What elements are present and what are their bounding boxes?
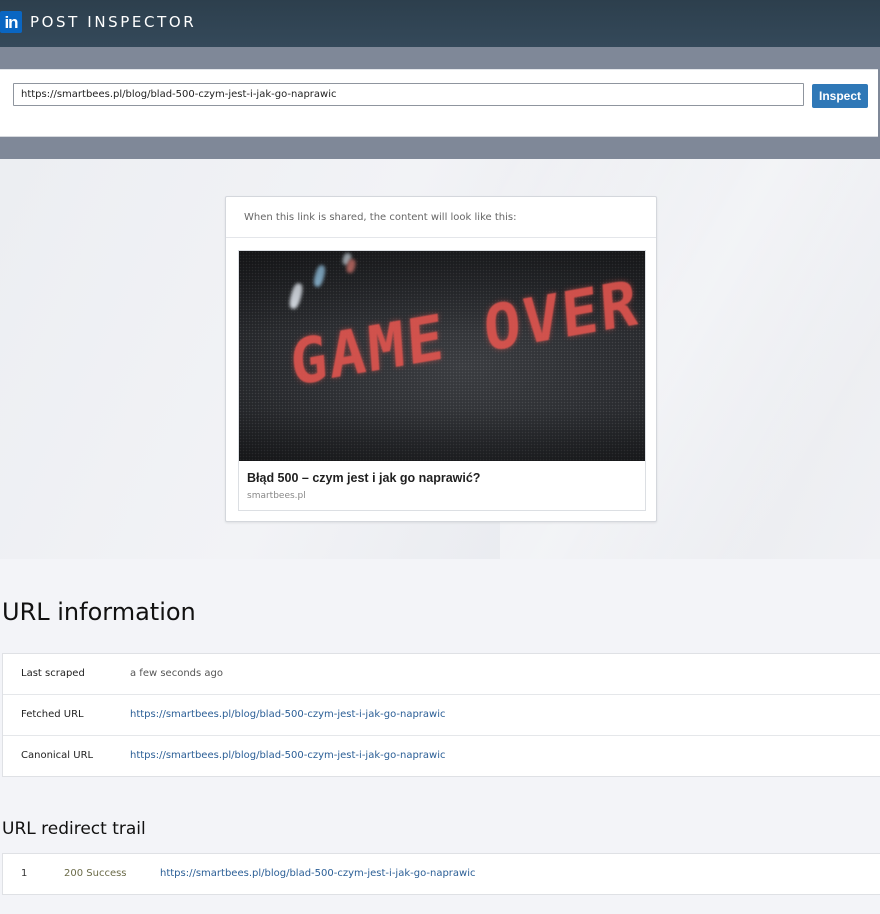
preview-image: GAME OVER bbox=[239, 251, 645, 461]
redirect-index: 1 bbox=[21, 868, 28, 879]
game-over-image-text: GAME OVER bbox=[287, 265, 642, 401]
light-blob bbox=[287, 282, 305, 310]
canonical-url-link[interactable]: https://smartbees.pl/blog/blad-500-czym-… bbox=[130, 750, 446, 761]
url-redirect-trail-heading: URL redirect trail bbox=[2, 819, 146, 839]
table-row: Canonical URL https://smartbees.pl/blog/… bbox=[3, 736, 880, 776]
preview-domain: smartbees.pl bbox=[247, 491, 306, 501]
row-label: Canonical URL bbox=[21, 750, 94, 761]
inspect-button[interactable]: Inspect bbox=[812, 84, 868, 108]
url-input[interactable] bbox=[13, 83, 804, 106]
table-row: Fetched URL https://smartbees.pl/blog/bl… bbox=[3, 695, 880, 736]
status-badge: 200 Success bbox=[64, 868, 127, 879]
light-blob bbox=[345, 258, 357, 274]
url-information-heading: URL information bbox=[2, 598, 196, 626]
row-value: a few seconds ago bbox=[130, 668, 223, 679]
search-panel: Inspect bbox=[0, 69, 878, 137]
preview-caption: When this link is shared, the content wi… bbox=[244, 212, 517, 223]
redirect-trail-table: 1 200 Success https://smartbees.pl/blog/… bbox=[2, 853, 880, 895]
row-label: Last scraped bbox=[21, 668, 85, 679]
app-title: POST INSPECTOR bbox=[30, 13, 197, 31]
linkedin-logo-icon[interactable]: in bbox=[0, 11, 22, 33]
top-navigation-bar: in POST INSPECTOR bbox=[0, 0, 880, 47]
light-blob bbox=[312, 264, 327, 288]
fetched-url-link[interactable]: https://smartbees.pl/blog/blad-500-czym-… bbox=[130, 709, 446, 720]
redirect-url-link[interactable]: https://smartbees.pl/blog/blad-500-czym-… bbox=[160, 868, 476, 879]
divider bbox=[226, 237, 656, 238]
share-preview-card: When this link is shared, the content wi… bbox=[225, 196, 657, 522]
preview-title: Błąd 500 – czym jest i jak go naprawić? bbox=[247, 471, 481, 485]
share-preview[interactable]: GAME OVER Błąd 500 – czym jest i jak go … bbox=[238, 250, 646, 511]
table-row: Last scraped a few seconds ago bbox=[3, 654, 880, 695]
row-label: Fetched URL bbox=[21, 709, 84, 720]
table-row: 1 200 Success https://smartbees.pl/blog/… bbox=[3, 854, 880, 894]
light-blob bbox=[341, 252, 353, 266]
url-information-table: Last scraped a few seconds ago Fetched U… bbox=[2, 653, 880, 777]
